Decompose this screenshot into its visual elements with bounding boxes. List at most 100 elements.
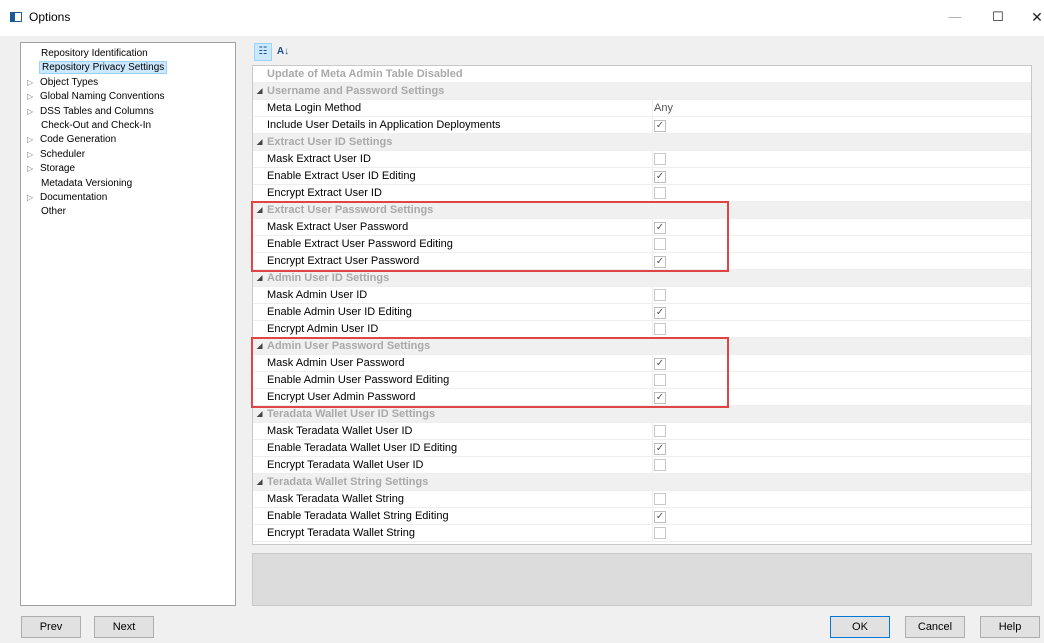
property-value[interactable] [652,423,1031,440]
options-tree[interactable]: Repository Identification Repository Priv… [20,42,236,606]
ok-button[interactable]: OK [830,616,890,638]
property-row[interactable]: Encrypt Admin User ID [253,321,1031,338]
property-value[interactable]: ✓ [652,117,1031,134]
checkbox-unchecked[interactable] [654,289,666,301]
property-row[interactable]: Include User Details in Application Depl… [253,117,1031,134]
property-row[interactable]: Mask Teradata Wallet User ID [253,423,1031,440]
collapse-triangle-icon[interactable]: ◢ [257,83,262,100]
property-value[interactable]: ✓ [652,168,1031,185]
checkbox-unchecked[interactable] [654,187,666,199]
property-row[interactable]: Enable Teradata Wallet String Editing ✓ [253,508,1031,525]
property-value[interactable] [652,457,1031,474]
property-row[interactable]: Mask Teradata Wallet String [253,491,1031,508]
tree-item[interactable]: Other [39,205,68,219]
tree-item[interactable]: Check-Out and Check-In [39,119,153,133]
sort-alphabetical-icon[interactable]: A↓ [274,43,292,61]
checkbox-unchecked[interactable] [654,374,666,386]
maximize-button[interactable]: ☐ [983,6,1013,28]
property-value[interactable]: ✓ [652,219,1031,236]
categorized-view-icon[interactable]: ☷ [254,43,272,61]
expand-arrow-icon[interactable]: ▷ [27,191,38,205]
property-value[interactable]: ✓ [652,508,1031,525]
property-row[interactable]: Encrypt Teradata Wallet User ID [253,457,1031,474]
checkbox-unchecked[interactable] [654,153,666,165]
checkbox-checked[interactable]: ✓ [654,222,666,234]
property-value[interactable]: ✓ [652,253,1031,270]
property-value[interactable]: ✓ [652,389,1031,406]
property-row[interactable]: Mask Extract User Password ✓ [253,219,1031,236]
property-value[interactable] [652,151,1031,168]
collapse-triangle-icon[interactable]: ◢ [257,406,262,423]
property-row[interactable]: Meta Login Method Any [253,100,1031,117]
property-row[interactable]: Encrypt User Admin Password ✓ [253,389,1031,406]
property-value[interactable]: ✓ [652,355,1031,372]
category-row[interactable]: ◢ Extract User ID Settings [253,134,1031,151]
checkbox-checked[interactable]: ✓ [654,256,666,268]
category-row[interactable]: ◢ Username and Password Settings [253,83,1031,100]
property-row[interactable]: Enable Admin User Password Editing [253,372,1031,389]
expand-arrow-icon[interactable]: ▷ [27,105,38,119]
property-value[interactable]: ✓ [652,440,1031,457]
tree-item[interactable]: ▷ DSS Tables and Columns [27,105,156,119]
expand-arrow-icon[interactable]: ▷ [27,76,38,90]
collapse-triangle-icon[interactable]: ◢ [257,134,262,151]
category-row[interactable]: ◢ Teradata Wallet String Settings [253,474,1031,491]
property-value[interactable]: Any [652,100,1031,117]
property-row[interactable]: Enable Extract User ID Editing ✓ [253,168,1031,185]
collapse-triangle-icon[interactable]: ◢ [257,474,262,491]
collapse-triangle-icon[interactable]: ◢ [257,338,262,355]
tree-item[interactable]: ▷ Storage [27,162,77,176]
category-row[interactable]: ◢ Admin User Password Settings [253,338,1031,355]
property-row[interactable]: Mask Admin User Password ✓ [253,355,1031,372]
tree-item[interactable]: ▷ Object Types [27,76,100,90]
collapse-triangle-icon[interactable]: ◢ [257,202,262,219]
tree-item[interactable]: Repository Privacy Settings [39,61,168,75]
checkbox-unchecked[interactable] [654,527,666,539]
property-row[interactable]: Mask Admin User ID [253,287,1031,304]
category-row[interactable]: ◢ Teradata Wallet User ID Settings [253,406,1031,423]
checkbox-unchecked[interactable] [654,323,666,335]
checkbox-checked[interactable]: ✓ [654,511,666,523]
checkbox-checked[interactable]: ✓ [654,307,666,319]
tree-item[interactable]: ▷ Global Naming Conventions [27,90,167,104]
tree-item[interactable]: ▷ Documentation [27,191,109,205]
close-button[interactable]: ✕ [1022,6,1044,28]
property-value[interactable] [652,236,1031,253]
property-row[interactable]: Enable Extract User Password Editing [253,236,1031,253]
checkbox-unchecked[interactable] [654,493,666,505]
property-row[interactable]: Encrypt Teradata Wallet String [253,525,1031,542]
property-row[interactable]: Encrypt Extract User ID [253,185,1031,202]
property-value[interactable] [652,525,1031,542]
checkbox-checked[interactable]: ✓ [654,392,666,404]
minimize-button[interactable]: — [940,6,970,28]
next-button[interactable]: Next [94,616,154,638]
property-grid[interactable]: Update of Meta Admin Table Disabled ◢ User… [252,65,1032,545]
expand-arrow-icon[interactable]: ▷ [27,162,38,176]
category-row[interactable]: ◢ Admin User ID Settings [253,270,1031,287]
checkbox-unchecked[interactable] [654,459,666,471]
checkbox-checked[interactable]: ✓ [654,443,666,455]
property-row[interactable]: Encrypt Extract User Password ✓ [253,253,1031,270]
help-button[interactable]: Help [980,616,1040,638]
checkbox-checked[interactable]: ✓ [654,358,666,370]
expand-arrow-icon[interactable]: ▷ [27,90,38,104]
tree-item[interactable]: ▷ Code Generation [27,133,118,147]
property-value[interactable] [652,372,1031,389]
tree-item[interactable]: ▷ Scheduler [27,148,87,162]
property-value[interactable] [652,287,1031,304]
property-row[interactable]: Enable Admin User ID Editing ✓ [253,304,1031,321]
tree-item[interactable]: Repository Identification [39,47,150,61]
property-row[interactable]: Mask Extract User ID [253,151,1031,168]
prev-button[interactable]: Prev [21,616,81,638]
property-value[interactable] [652,491,1031,508]
expand-arrow-icon[interactable]: ▷ [27,133,38,147]
expand-arrow-icon[interactable]: ▷ [27,148,38,162]
property-row[interactable]: Enable Teradata Wallet User ID Editing ✓ [253,440,1031,457]
property-value[interactable]: ✓ [652,304,1031,321]
collapse-triangle-icon[interactable]: ◢ [257,270,262,287]
tree-item[interactable]: Metadata Versioning [39,177,134,191]
checkbox-unchecked[interactable] [654,238,666,250]
checkbox-checked[interactable]: ✓ [654,120,666,132]
category-row[interactable]: ◢ Extract User Password Settings [253,202,1031,219]
checkbox-unchecked[interactable] [654,425,666,437]
